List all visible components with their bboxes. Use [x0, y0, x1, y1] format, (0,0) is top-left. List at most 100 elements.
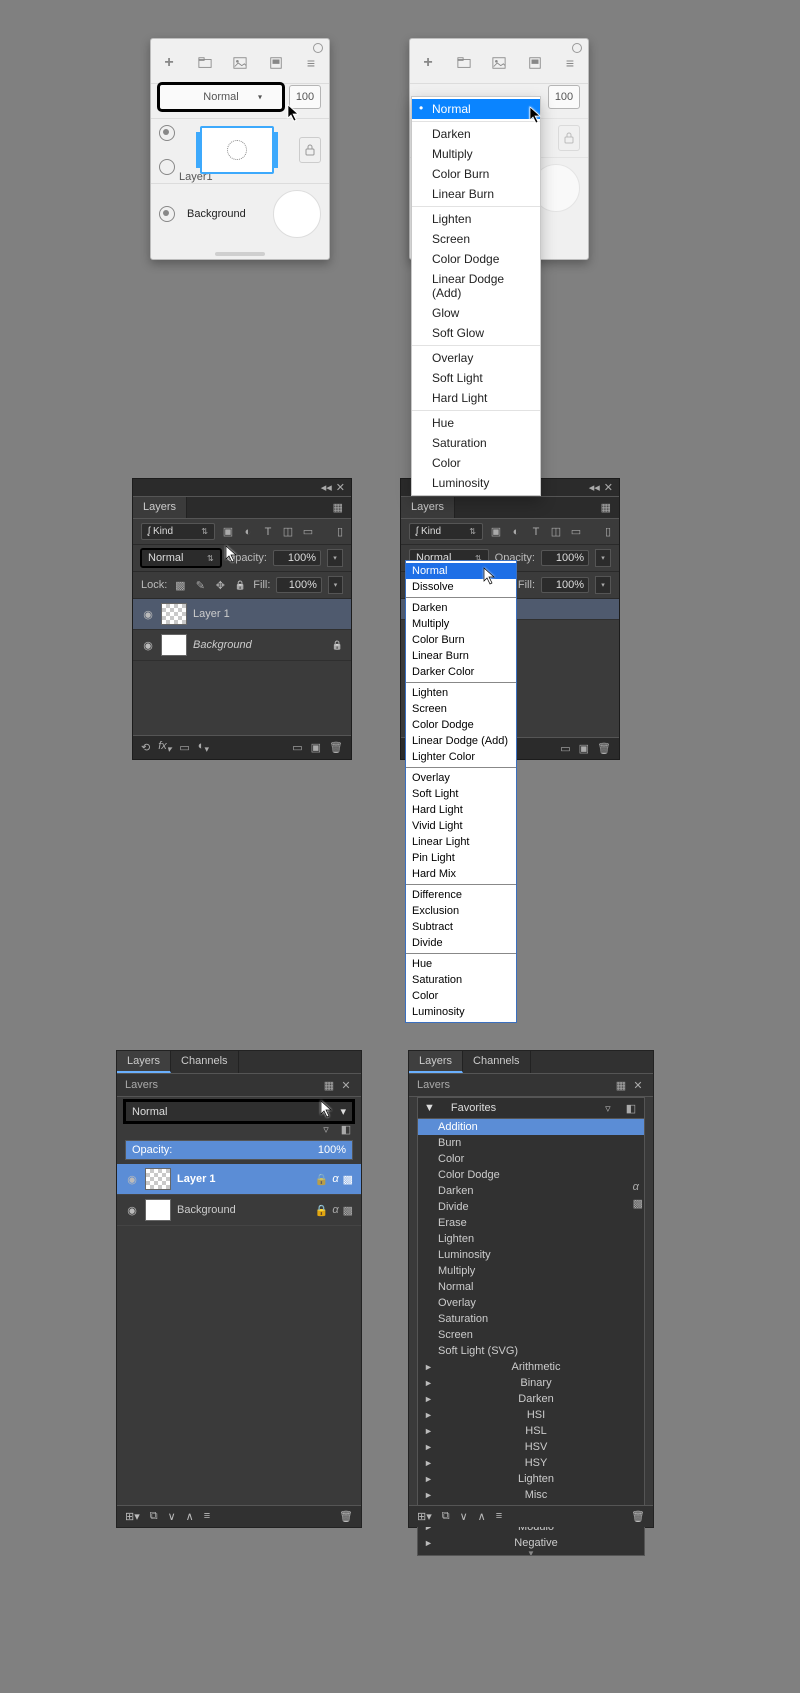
blend-mode-category[interactable]: Misc — [418, 1487, 644, 1503]
fill-input[interactable]: 100% — [541, 577, 589, 593]
checker-icon[interactable]: ▩ — [633, 1197, 643, 1210]
opacity-arrow[interactable]: ▾ — [595, 549, 611, 567]
shape-filter-icon[interactable]: ◫ — [281, 525, 295, 539]
add-image-button[interactable] — [230, 53, 250, 73]
visibility-toggle[interactable]: ◉ — [141, 638, 155, 652]
tab-layers[interactable]: Layers — [133, 497, 187, 518]
opacity-slider[interactable]: Opacity: 100% — [125, 1140, 353, 1160]
blend-mode-option[interactable]: Darken — [412, 124, 540, 144]
opacity-arrow[interactable]: ▾ — [327, 549, 343, 567]
blend-mode-option[interactable]: Overlay — [406, 770, 516, 786]
mask-toggle[interactable] — [159, 159, 175, 175]
blend-mode-option[interactable]: Darken — [406, 600, 516, 616]
blend-mode-category[interactable]: Arithmetic — [418, 1359, 644, 1375]
blend-mode-option[interactable]: Glow — [412, 303, 540, 323]
duplicate-layer-button[interactable]: ⧉ — [150, 1510, 158, 1523]
blend-mode-category[interactable]: HSY — [418, 1455, 644, 1471]
lock-transparency-icon[interactable]: ▩ — [173, 578, 187, 592]
alpha-icon[interactable]: α — [332, 1204, 338, 1217]
layer-name[interactable]: Layer 1 — [193, 608, 230, 620]
layer-lock-button[interactable] — [299, 137, 321, 163]
type-filter-icon[interactable]: T — [529, 525, 543, 539]
layer-row[interactable]: ◉ Background — [133, 630, 351, 661]
checker-icon[interactable]: ▩ — [343, 1173, 353, 1186]
mask-icon[interactable]: ▭ — [179, 741, 189, 754]
blend-mode-option[interactable]: Subtract — [406, 919, 516, 935]
opacity-input[interactable]: 100 — [289, 85, 321, 109]
type-filter-icon[interactable]: T — [261, 525, 275, 539]
delete-layer-icon[interactable]: 🗑 — [597, 742, 611, 755]
blend-mode-option[interactable]: Color — [412, 453, 540, 473]
blend-mode-option[interactable]: Saturation — [406, 972, 516, 988]
close-icon[interactable]: ✕ — [339, 1078, 353, 1092]
link-layers-icon[interactable]: ⟲ — [141, 741, 150, 754]
blend-mode-option[interactable]: Linear Dodge (Add) — [406, 733, 516, 749]
filter-icon-strip[interactable]: ▣ ◐ T ◫ ▭ — [489, 525, 583, 539]
blend-mode-option[interactable]: Overlay — [418, 1295, 644, 1311]
blend-mode-option[interactable]: Color Dodge — [406, 717, 516, 733]
blend-mode-option[interactable]: Addition — [418, 1119, 644, 1135]
tab-layers[interactable]: Layers — [117, 1051, 171, 1073]
blend-mode-option[interactable]: Difference — [406, 887, 516, 903]
smart-filter-icon[interactable]: ▭ — [569, 525, 583, 539]
panel-titlebar[interactable]: ◂◂✕ — [133, 479, 351, 497]
alpha-icon[interactable]: α — [633, 1181, 643, 1193]
blend-mode-option[interactable]: Lighter Color — [406, 749, 516, 765]
blend-mode-option[interactable]: Normal — [418, 1279, 644, 1295]
blend-mode-option[interactable]: Soft Light — [406, 786, 516, 802]
lock-all-icon[interactable] — [233, 578, 247, 592]
blend-mode-option[interactable]: Screen — [418, 1327, 644, 1343]
blend-mode-option[interactable]: Multiply — [412, 144, 540, 164]
blend-mode-option[interactable]: Color — [406, 988, 516, 1004]
add-layer-button[interactable]: ⊞▾ — [417, 1510, 432, 1523]
blend-mode-option[interactable]: Darker Color — [406, 664, 516, 680]
blend-mode-option[interactable]: Color Dodge — [418, 1167, 644, 1183]
move-up-button[interactable]: ∧ — [478, 1510, 486, 1523]
blend-mode-option[interactable]: Pin Light — [406, 850, 516, 866]
panel-menu-button[interactable] — [560, 53, 580, 73]
lock-icon[interactable]: 🔒 — [315, 1173, 329, 1186]
blend-mode-option[interactable]: Darken — [418, 1183, 644, 1199]
panel-controls[interactable]: ◂◂✕ — [317, 481, 345, 494]
blend-mode-option[interactable]: Hard Mix — [406, 866, 516, 882]
blend-mode-option[interactable]: Linear Burn — [412, 184, 540, 204]
add-image-button[interactable] — [489, 53, 509, 73]
blend-mode-option[interactable]: Multiply — [418, 1263, 644, 1279]
filter-icon-strip[interactable]: ▣ ◐ T ◫ ▭ — [221, 525, 315, 539]
layer-thumbnail[interactable] — [161, 634, 187, 656]
adjustment-filter-icon[interactable]: ◐ — [509, 525, 523, 539]
new-group-button[interactable] — [195, 53, 215, 73]
panel-controls[interactable]: ◂◂✕ — [585, 481, 613, 494]
tab-layers[interactable]: Layers — [409, 1051, 463, 1073]
blend-mode-option[interactable]: Erase — [418, 1215, 644, 1231]
blend-mode-option[interactable]: Overlay — [412, 348, 540, 368]
layer-name[interactable]: Background — [187, 208, 246, 220]
blend-mode-option[interactable]: Divide — [418, 1199, 644, 1215]
adjustment-icon[interactable]: ◐▾ — [198, 740, 209, 755]
fx-icon[interactable]: fx▾ — [158, 740, 171, 755]
blend-mode-category[interactable]: Binary — [418, 1375, 644, 1391]
lock-paint-icon[interactable]: ✎ — [193, 578, 207, 592]
filter-icon[interactable]: ▿ — [601, 1101, 615, 1115]
move-up-button[interactable]: ∧ — [186, 1510, 194, 1523]
delete-layer-button[interactable]: 🗑 — [631, 1510, 645, 1523]
layer-thumbnail[interactable] — [145, 1168, 171, 1190]
tab-channels[interactable]: Channels — [171, 1051, 238, 1073]
blend-mode-option[interactable]: Vivid Light — [406, 818, 516, 834]
fill-input[interactable]: 100% — [276, 577, 322, 593]
visibility-toggle[interactable]: ◉ — [125, 1203, 139, 1217]
blend-mode-menu[interactable]: AdditionBurnColorColor DodgeDarkenDivide… — [417, 1119, 645, 1556]
blend-mode-category[interactable]: HSV — [418, 1439, 644, 1455]
blend-mode-option[interactable]: Hard Light — [412, 388, 540, 408]
blend-mode-option[interactable]: Linear Dodge (Add) — [412, 269, 540, 303]
adjustment-filter-icon[interactable]: ◐ — [241, 525, 255, 539]
pixel-filter-icon[interactable]: ▣ — [221, 525, 235, 539]
blend-mode-option[interactable]: Screen — [412, 229, 540, 249]
layer-name[interactable]: Background — [193, 639, 252, 651]
lock-icon[interactable]: 🔒 — [315, 1204, 329, 1217]
layer-row[interactable]: ◉ Layer 1 — [133, 599, 351, 630]
blend-mode-category[interactable]: HSI — [418, 1407, 644, 1423]
blend-mode-category[interactable]: Negative — [418, 1535, 644, 1551]
filter-icon[interactable]: ▿ — [319, 1122, 333, 1136]
blend-mode-select[interactable]: Normal⇅ — [141, 549, 221, 567]
